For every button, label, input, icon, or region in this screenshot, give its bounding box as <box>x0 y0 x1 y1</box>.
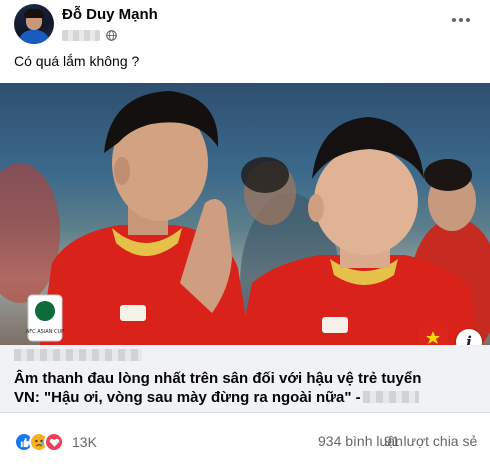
post-timestamp-blurred[interactable] <box>62 29 100 41</box>
facebook-post: Đỗ Duy Mạnh Có quá lắm không ? AFC ASIAN… <box>0 0 490 467</box>
reaction-count: 13K <box>72 434 97 450</box>
link-preview-image[interactable]: AFC ASIAN CUP i <box>0 83 490 345</box>
love-icon <box>44 432 64 452</box>
share-count-link[interactable]: 91 lượt chia sẻ <box>384 433 477 449</box>
reaction-summary[interactable]: 13K <box>14 431 97 453</box>
author-name[interactable]: Đỗ Duy Mạnh <box>62 6 158 23</box>
post-caption: Có quá lắm không ? <box>14 53 140 69</box>
afc-asian-cup-badge-text: AFC ASIAN CUP <box>26 329 64 335</box>
post-meta <box>62 28 117 42</box>
link-domain-blurred <box>14 349 142 361</box>
link-headline[interactable]: Âm thanh đau lòng nhất trên sân đối với … <box>14 369 484 407</box>
link-source-blurred <box>362 391 419 403</box>
link-preview-text[interactable]: Âm thanh đau lòng nhất trên sân đối với … <box>0 345 490 413</box>
link-headline-line1: Âm thanh đau lòng nhất trên sân đối với … <box>14 370 422 387</box>
globe-icon[interactable] <box>106 29 117 41</box>
author-avatar[interactable] <box>14 4 54 44</box>
link-preview-card[interactable]: AFC ASIAN CUP i Âm thanh đau lòng nhất t… <box>0 83 490 413</box>
more-horizontal-icon[interactable] <box>448 10 474 30</box>
link-headline-line2: VN: "Hậu ơi, vòng sau mày đừng ra ngoài … <box>14 389 361 406</box>
